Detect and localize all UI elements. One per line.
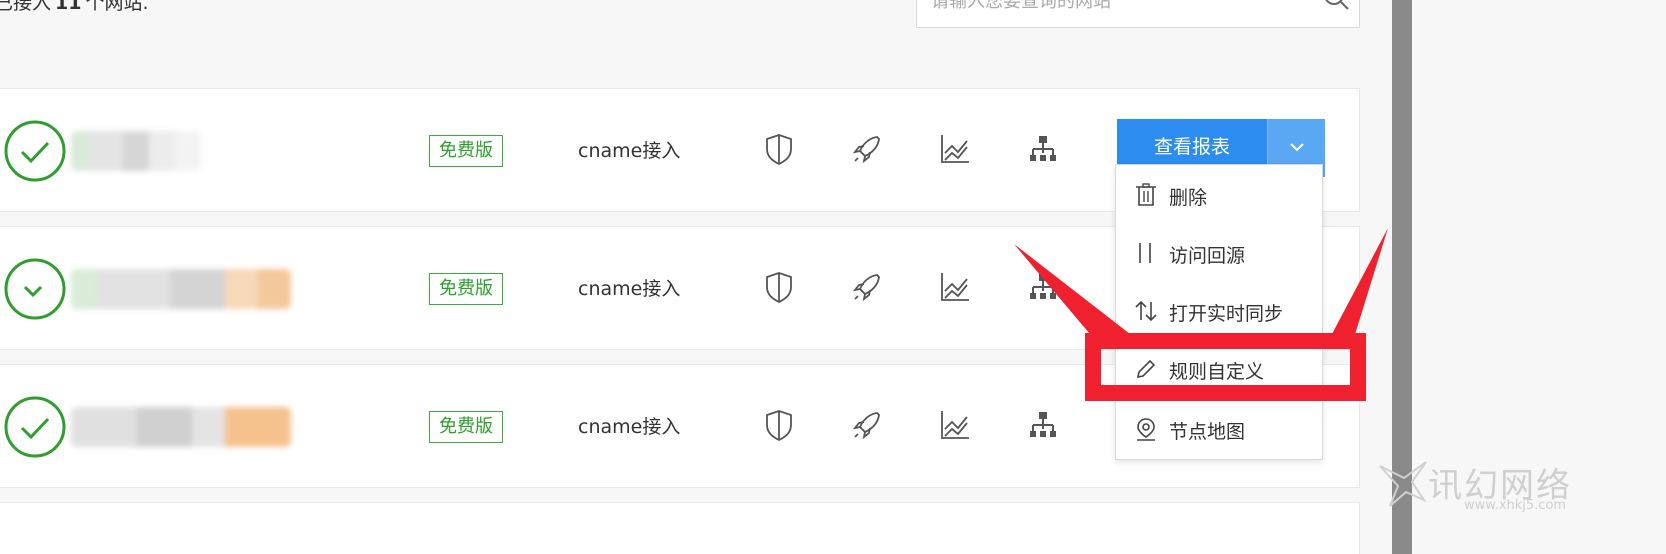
menu-item-node-map[interactable]: 节点地图 [1116, 409, 1322, 449]
watermark-url: www.xhkj5.com [1464, 498, 1567, 513]
site-row [0, 502, 1360, 554]
bird-logo-icon [1379, 461, 1427, 507]
site-count-prefix: 已接入 [0, 0, 52, 14]
check-circle-icon [4, 396, 66, 458]
access-type: cname接入 [578, 416, 681, 438]
site-count-number: 11 [55, 0, 82, 14]
report-dropdown-menu: 删除 访问回源 打开实时同步 规则自定义 节点地图 [1115, 164, 1323, 460]
rocket-icon[interactable] [849, 131, 885, 167]
menu-item-label: 节点地图 [1169, 421, 1246, 443]
menu-item-label: 删除 [1169, 187, 1208, 209]
site-domain-blurred [71, 407, 291, 447]
plan-badge: 免费版 [429, 135, 503, 167]
menu-item-origin[interactable]: 访问回源 [1116, 233, 1322, 273]
menu-item-label: 访问回源 [1169, 245, 1246, 267]
chevron-down-icon [1290, 143, 1304, 152]
plan-badge: 免费版 [429, 411, 503, 443]
access-type: cname接入 [578, 278, 681, 300]
rocket-icon[interactable] [849, 269, 885, 305]
search-box [916, 0, 1360, 28]
node-tree-icon[interactable] [1025, 269, 1061, 305]
location-pin-icon [1137, 418, 1155, 441]
chart-icon[interactable] [937, 131, 973, 167]
shield-icon[interactable] [761, 131, 797, 167]
node-tree-icon[interactable] [1025, 131, 1061, 167]
check-circle-icon [4, 258, 66, 320]
rocket-icon[interactable] [849, 407, 885, 443]
menu-item-label: 打开实时同步 [1169, 303, 1284, 325]
plan-badge: 免费版 [429, 273, 503, 305]
shield-icon[interactable] [761, 407, 797, 443]
chart-icon[interactable] [937, 407, 973, 443]
site-count-text: 已接入 11 个网站. [0, 0, 149, 15]
site-domain-blurred [71, 131, 201, 171]
check-circle-icon [4, 120, 66, 182]
chart-icon[interactable] [937, 269, 973, 305]
trash-icon [1136, 183, 1156, 206]
site-count-suffix: 个网站. [85, 0, 149, 14]
watermark: 讯幻网络 www.xhkj5.com [1376, 456, 1570, 520]
search-icon[interactable] [1319, 0, 1355, 19]
menu-item-delete[interactable]: 删除 [1116, 175, 1322, 215]
menu-item-sync[interactable]: 打开实时同步 [1116, 291, 1322, 331]
site-domain-blurred [71, 269, 291, 309]
sync-icon [1135, 300, 1157, 322]
shield-icon[interactable] [761, 269, 797, 305]
access-type: cname接入 [578, 140, 681, 162]
origin-icon [1139, 243, 1151, 263]
node-tree-icon[interactable] [1025, 407, 1061, 443]
highlight-box [1085, 333, 1366, 401]
search-input[interactable] [931, 0, 1291, 13]
